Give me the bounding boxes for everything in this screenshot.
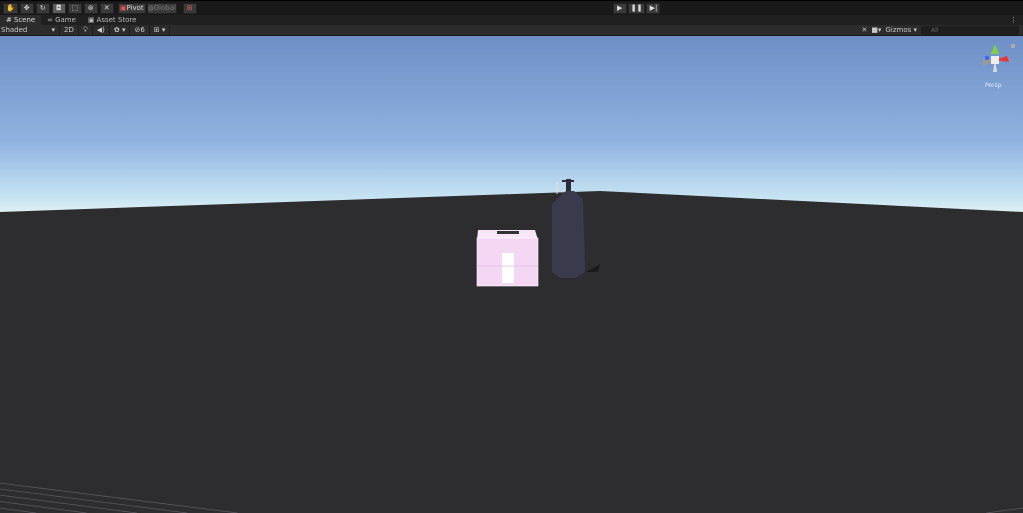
rotate-tool-button[interactable]: ↻	[35, 2, 50, 14]
chevron-down-icon: ▾	[51, 26, 55, 34]
hand-tool-icon: ✋	[6, 4, 15, 12]
pivot-toggle[interactable]: ▣ Pivot	[117, 2, 146, 14]
custom-tool-button[interactable]: ✕	[99, 2, 114, 14]
ground-grid	[0, 179, 1023, 513]
hand-tool-button[interactable]: ✋	[3, 2, 18, 14]
scene-gizmo[interactable]: Persp	[975, 40, 1015, 90]
axis-gizmo-icon	[983, 44, 1009, 72]
tools-icon[interactable]: ✕	[861, 26, 867, 34]
snap-button[interactable]: ⊞	[182, 2, 197, 14]
rect-tool-button[interactable]: ⬚	[67, 2, 82, 14]
more-menu-icon[interactable]: ⋮	[1010, 16, 1017, 24]
play-button[interactable]: ▶	[612, 2, 627, 14]
tab-game[interactable]: ∞ Game	[41, 15, 82, 25]
pause-icon: ❚❚	[630, 4, 643, 12]
speaker-icon: ◀)	[96, 26, 105, 34]
move-tool-button[interactable]: ✥	[19, 2, 34, 14]
tab-bar: # Scene ∞ Game ▣ Asset Store ⋮	[0, 15, 1023, 25]
audio-toggle[interactable]: ◀)	[93, 24, 110, 36]
transform-tool-button[interactable]: ⊛	[83, 2, 98, 14]
tab-scene[interactable]: # Scene	[0, 15, 42, 25]
projection-label[interactable]: Persp	[985, 82, 1002, 89]
gizmos-dropdown[interactable]: Gizmos ▾	[885, 26, 917, 34]
grid-icon: ⊞ ▾	[153, 26, 166, 34]
step-icon: ▶|	[649, 4, 658, 12]
scene-toolbar: Shaded ▾ 2D 💡︎ ◀) ✿ ▾ ⊘ 6 ⊞ ▾ ✕ ■▾ Gizmos …	[0, 24, 1023, 36]
tool-group: ✋ ✥ ↻ ◘ ⬚ ⊛ ✕	[3, 2, 114, 14]
grid-snap-icon: ⊞	[186, 4, 193, 12]
hidden-objects-toggle[interactable]: ⊘ 6	[130, 24, 150, 36]
custom-tool-icon: ✕	[103, 4, 110, 12]
pivot-icon: ▣	[119, 4, 127, 12]
lock-icon[interactable]	[1011, 44, 1015, 48]
scale-tool-icon: ◘	[55, 4, 62, 12]
global-toggle[interactable]: ◍ Global	[146, 2, 177, 14]
search-input[interactable]: All	[921, 25, 1019, 35]
lightbulb-icon: 💡︎	[82, 25, 88, 34]
grid-dropdown[interactable]: ⊞ ▾	[150, 24, 171, 36]
pause-button[interactable]: ❚❚	[627, 2, 646, 14]
rect-tool-icon: ⬚	[71, 4, 79, 12]
effects-dropdown[interactable]: ✿ ▾	[110, 24, 131, 36]
store-icon: ▣	[87, 16, 95, 24]
tab-asset-store[interactable]: ▣ Asset Store	[82, 15, 143, 25]
transform-tool-icon: ⊛	[87, 4, 94, 12]
rotate-tool-icon: ↻	[39, 4, 46, 12]
main-toolbar: ✋ ✥ ↻ ◘ ⬚ ⊛ ✕ ▣ Pivot ◍ Global ⊞ ▶ ❚❚ ▶|	[0, 0, 1023, 15]
move-tool-icon: ✥	[23, 4, 30, 12]
camera-dropdown[interactable]: ■▾	[871, 26, 881, 34]
effects-icon: ✿ ▾	[113, 26, 126, 34]
shading-dropdown[interactable]: Shaded ▾	[0, 24, 60, 36]
game-icon: ∞	[47, 16, 54, 24]
lighting-toggle[interactable]: 💡︎	[79, 24, 93, 36]
step-button[interactable]: ▶|	[646, 2, 661, 14]
box-object	[476, 230, 539, 287]
scene-viewport[interactable]: Persp	[0, 36, 1023, 513]
scale-tool-button[interactable]: ◘	[51, 2, 66, 14]
2d-toggle[interactable]: 2D	[60, 24, 79, 36]
play-icon: ▶	[617, 4, 623, 12]
scene-icon: #	[6, 16, 12, 24]
